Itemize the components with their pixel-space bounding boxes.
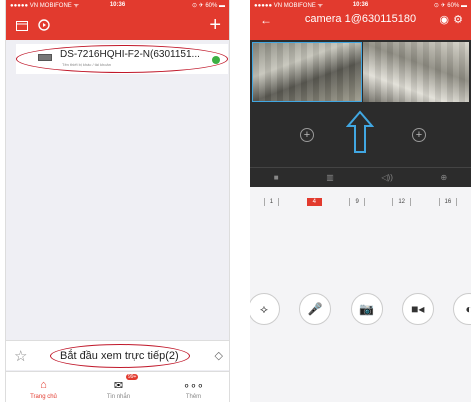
split-option[interactable]: 9	[349, 198, 365, 206]
device-subtitle: Tên thiết bị khác / tài khoản	[62, 62, 111, 67]
tab-messages[interactable]: ✉ 99+ Tin nhắn	[81, 372, 156, 402]
more-tools-icon[interactable]: ◐	[453, 293, 471, 325]
clock: 10:36	[109, 2, 126, 8]
status-bar: ●●●●● VN MOBIFONE ᯤ 10:36 ⊙ ✈ 60% ▬	[6, 0, 229, 10]
split-option-active[interactable]: 4	[306, 198, 322, 206]
sound-icon[interactable]: ◁))	[381, 173, 392, 182]
settings-gear-icon[interactable]: ⚙	[453, 13, 463, 26]
home-icon: ⌂	[40, 379, 47, 391]
stop-icon[interactable]: ■	[274, 173, 279, 182]
battery-status: ⊙ ✈ 60% ▬	[191, 2, 226, 9]
microphone-icon[interactable]: 🎤	[299, 293, 332, 325]
top-bar: ●●●●● VN MOBIFONE ᯤ 10:36 ⊙ ✈ 60% ▬ ← ca…	[250, 0, 471, 40]
start-live-view-button[interactable]: Bắt đầu xem trực tiếp(2)	[60, 350, 179, 362]
camera-feed-1[interactable]	[252, 42, 362, 102]
record-video-icon[interactable]: ■◂	[401, 293, 434, 325]
split-option[interactable]: 1	[263, 198, 280, 206]
playback-control-bar: ■ ▥ ◁)) ⊕	[250, 167, 471, 187]
tab-label: Tin nhắn	[106, 394, 131, 400]
device-list-screen: ●●●●● VN MOBIFONE ᯤ 10:36 ⊙ ✈ 60% ▬ + DS…	[5, 0, 230, 402]
calendar-icon[interactable]	[14, 17, 30, 33]
device-list-item[interactable]: DS-7216HQHI-F2-N(6301151... Tên thiết bị…	[16, 44, 228, 74]
carrier-label: ●●●●● VN MOBIFONE ᯤ	[254, 3, 323, 9]
playback-icon[interactable]	[36, 17, 52, 33]
tab-more[interactable]: ∘∘∘ Thêm	[156, 372, 229, 402]
split-option[interactable]: 12	[392, 198, 412, 206]
more-icon: ∘∘∘	[183, 380, 204, 392]
add-camera-icon[interactable]: +	[412, 128, 426, 142]
clock: 10:36	[352, 2, 369, 8]
eraser-icon[interactable]: ◇	[215, 349, 223, 362]
tab-label: Trang chủ	[30, 394, 57, 400]
top-bar: +	[6, 10, 229, 40]
carrier-label: ●●●●● VN MOBIFONE ᯤ	[10, 3, 79, 9]
tool-row: ⟡ 🎤 📷 ■◂ ◐	[250, 293, 471, 325]
live-view-screen: ●●●●● VN MOBIFONE ᯤ 10:36 ⊙ ✈ 60% ▬ ← ca…	[250, 0, 471, 402]
add-device-icon[interactable]: +	[209, 15, 221, 35]
live-view-bar: ☆ Bắt đầu xem trực tiếp(2) ◇	[6, 340, 229, 370]
camera-snapshot-icon[interactable]: 📷	[350, 293, 383, 325]
annotation-arrow-icon	[346, 110, 374, 153]
dvr-icon	[38, 54, 52, 61]
zoom-icon[interactable]: ⊕	[440, 173, 447, 182]
message-badge: 99+	[126, 374, 139, 380]
ptz-icon[interactable]: ⟡	[250, 293, 280, 325]
bottom-tab-bar: ⌂ Trang chủ ✉ 99+ Tin nhắn ∘∘∘ Thêm	[6, 371, 229, 402]
camera-feed-2[interactable]	[363, 42, 469, 102]
camera-title: camera 1@630115180	[304, 13, 417, 25]
mail-icon: ✉	[113, 380, 124, 392]
playback-icon[interactable]: ◉	[439, 13, 449, 26]
tab-label: Thêm	[185, 394, 202, 400]
device-name: DS-7216HQHI-F2-N(6301151...	[60, 49, 200, 60]
split-selector: 1 4 9 12 16	[250, 198, 471, 206]
star-icon[interactable]: ☆	[14, 347, 27, 365]
status-bar: ●●●●● VN MOBIFONE ᯤ 10:36 ⊙ ✈ 60% ▬	[250, 0, 471, 10]
battery-status: ⊙ ✈ 60% ▬	[433, 2, 467, 9]
split-option[interactable]: 16	[438, 198, 458, 206]
live-view-grid: + +	[250, 40, 471, 167]
online-check-icon	[212, 56, 220, 64]
layout-icon[interactable]: ▥	[326, 173, 334, 182]
add-camera-icon[interactable]: +	[300, 128, 314, 142]
tab-home[interactable]: ⌂ Trang chủ	[6, 372, 81, 402]
